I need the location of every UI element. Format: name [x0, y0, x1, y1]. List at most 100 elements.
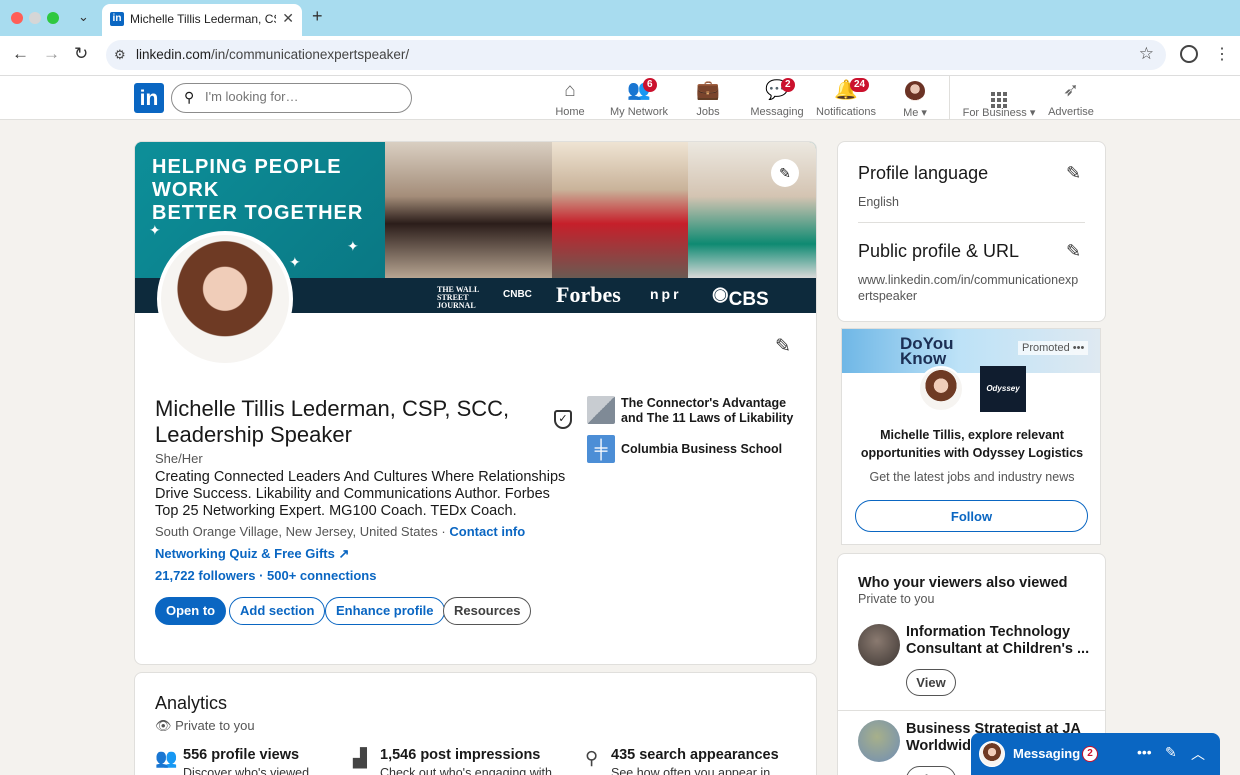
- education-item-columbia[interactable]: Columbia Business School: [621, 442, 801, 457]
- more-icon: •••: [1072, 342, 1085, 354]
- enhance-profile-button[interactable]: Enhance profile: [325, 597, 445, 625]
- custom-link[interactable]: Networking Quiz & Free Gifts ↗: [155, 546, 349, 562]
- linkedin-top-nav: in ⚲ ⌂ Home 👥6 My Network 💼 Jobs 💬2 Mess…: [0, 76, 1240, 120]
- messaging-overlay[interactable]: Messaging 2 ••• ✎ ︿: [971, 733, 1220, 775]
- viewer-name[interactable]: Information Technology Consultant at Chi…: [906, 624, 1091, 658]
- bar-chart-icon: ▟: [353, 748, 367, 768]
- messaging-badge: 2: [781, 78, 795, 92]
- analytics-title: Analytics: [155, 693, 228, 713]
- followers-link[interactable]: 21,722 followers: [155, 568, 255, 583]
- browser-tab[interactable]: in Michelle Tillis Lederman, CSP ✕: [102, 4, 302, 36]
- network-badge: 6: [643, 78, 657, 92]
- profile-headline: Creating Connected Leaders And Cultures …: [155, 469, 566, 519]
- avatar[interactable]: [858, 720, 900, 762]
- experience-item-book[interactable]: The Connector's Advantage and The 11 Law…: [621, 396, 801, 426]
- add-section-button[interactable]: Add section: [229, 597, 326, 625]
- url-text: linkedin.com/in/communicationexpertspeak…: [136, 47, 410, 62]
- star-icon[interactable]: ☆: [1139, 44, 1154, 64]
- nav-for-business[interactable]: For Business ▾: [959, 80, 1039, 119]
- edit-url-icon[interactable]: ✎: [1066, 241, 1081, 262]
- banner-tagline: HELPING PEOPLE WORK BETTER TOGETHER: [152, 156, 364, 224]
- ad-user-avatar: [918, 366, 964, 412]
- avatar[interactable]: [858, 624, 900, 666]
- public-profile-title: Public profile & URL: [858, 241, 1020, 261]
- resources-button[interactable]: Resources: [443, 597, 532, 625]
- post-impressions-stat[interactable]: 1,546 post impressions: [380, 747, 540, 763]
- site-settings-icon[interactable]: ⚙: [114, 47, 126, 63]
- open-to-button[interactable]: Open to: [155, 597, 227, 625]
- edit-intro-icon[interactable]: ✎: [775, 335, 791, 358]
- wsj-logo: THE WALL STREET JOURNAL: [437, 285, 479, 310]
- book-logo: [587, 396, 615, 424]
- divider: [858, 222, 1085, 223]
- eye-icon: 👁: [155, 718, 172, 733]
- minimize-window-button[interactable]: [29, 12, 41, 24]
- promoted-label[interactable]: Promoted •••: [1018, 341, 1089, 355]
- nav-messaging[interactable]: 💬 2 Messaging: [739, 78, 815, 118]
- profile-settings-card: Profile language ✎ English Public profil…: [837, 141, 1106, 322]
- maximize-window-button[interactable]: [47, 12, 59, 24]
- network-icon: 👥 6: [601, 78, 677, 102]
- chevron-up-icon[interactable]: ︿: [1191, 744, 1205, 764]
- account-icon[interactable]: [1180, 45, 1198, 63]
- nav-me[interactable]: Me ▾: [877, 80, 953, 119]
- profile-name: Michelle Tillis Lederman, CSP, SCC, Lead…: [155, 396, 510, 447]
- banner-photo: [382, 142, 552, 278]
- post-impressions-sub: Check out who's engaging with: [380, 766, 552, 775]
- reload-icon[interactable]: ↻: [74, 44, 88, 64]
- nav-advertise[interactable]: ➶ Advertise: [1033, 80, 1109, 118]
- back-icon[interactable]: ←: [12, 44, 29, 64]
- forward-icon[interactable]: →: [43, 44, 60, 64]
- linkedin-logo[interactable]: in: [134, 83, 164, 113]
- chevron-down-icon[interactable]: ⌄: [78, 9, 89, 25]
- close-window-button[interactable]: [11, 12, 23, 24]
- followers-connections: 21,722 followers · 500+ connections: [155, 568, 377, 583]
- linkedin-favicon: in: [110, 12, 124, 26]
- profile-location: South Orange Village, New Jersey, United…: [155, 524, 526, 539]
- search-icon: ⚲: [184, 89, 195, 105]
- view-button[interactable]: View: [906, 766, 956, 775]
- url-field[interactable]: ⚙ linkedin.com/in/communicationexpertspe…: [106, 40, 1166, 70]
- profile-card: HELPING PEOPLE WORK BETTER TOGETHER ✦ ✦ …: [134, 141, 817, 665]
- browser-tab-bar: ⌄ in Michelle Tillis Lederman, CSP ✕ +: [0, 0, 1240, 36]
- banner-photo: [688, 142, 816, 278]
- sparkle-icon: ✦: [289, 254, 301, 270]
- nav-notifications[interactable]: 🔔 24 Notifications: [808, 78, 884, 118]
- cbs-logo: ◉ CBS: [712, 284, 769, 310]
- edit-language-icon[interactable]: ✎: [1066, 163, 1081, 184]
- edit-banner-button[interactable]: ✎: [771, 159, 799, 187]
- sparkle-icon: ✦: [149, 222, 161, 238]
- grid-icon: [959, 80, 1039, 108]
- profile-views-stat[interactable]: 556 profile views: [183, 747, 299, 763]
- ad-banner-text: DoYou Know: [900, 334, 954, 368]
- viewers-title: Who your viewers also viewed: [858, 575, 1068, 591]
- avatar: [979, 741, 1005, 767]
- contact-info-link[interactable]: Contact info: [449, 524, 525, 539]
- nav-jobs[interactable]: 💼 Jobs: [670, 80, 746, 118]
- nav-home[interactable]: ⌂ Home: [532, 80, 608, 118]
- more-icon[interactable]: •••: [1137, 744, 1152, 760]
- messaging-badge: 2: [1082, 746, 1098, 762]
- divider: [838, 710, 1105, 711]
- search-appearances-stat[interactable]: 435 search appearances: [611, 747, 779, 763]
- profile-photo[interactable]: [157, 231, 293, 367]
- search-box[interactable]: ⚲: [171, 83, 412, 113]
- kebab-icon[interactable]: ⋮: [1214, 44, 1230, 64]
- nav-my-network[interactable]: 👥 6 My Network: [601, 78, 677, 118]
- cnbc-logo: CNBC: [503, 289, 532, 300]
- compose-icon[interactable]: ✎: [1165, 744, 1177, 761]
- plus-icon[interactable]: +: [312, 6, 323, 27]
- close-icon[interactable]: ✕: [282, 10, 294, 27]
- follow-button[interactable]: Follow: [855, 500, 1088, 532]
- external-link-icon: ↗: [338, 546, 350, 561]
- connections-link[interactable]: 500+ connections: [267, 568, 376, 583]
- search-input[interactable]: [205, 89, 400, 104]
- verification-shield-icon[interactable]: ✓: [554, 410, 572, 429]
- view-button[interactable]: View: [906, 669, 956, 696]
- pronouns: She/Her: [155, 451, 203, 466]
- viewers-private: Private to you: [858, 592, 935, 606]
- address-bar-row: ← → ↻ ⚙ linkedin.com/in/communicationexp…: [0, 36, 1240, 76]
- analytics-private: 👁 Private to you: [155, 718, 255, 733]
- npr-logo: npr: [650, 286, 682, 302]
- ad-subtext: Get the latest jobs and industry news: [869, 470, 1075, 484]
